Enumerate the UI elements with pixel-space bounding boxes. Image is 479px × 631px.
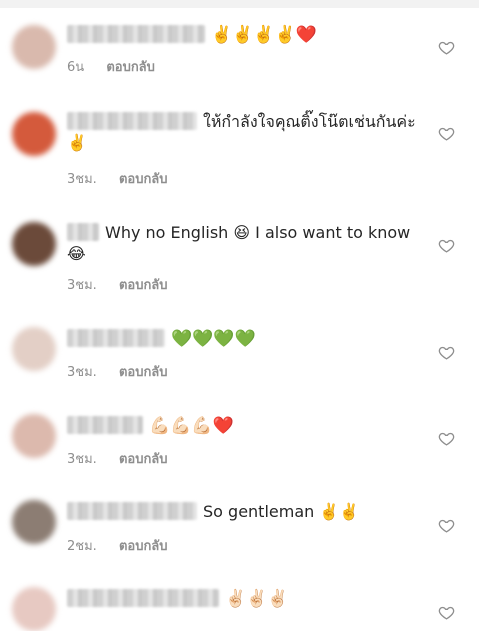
comment-body: 💪🏻💪🏻💪🏻❤️: [149, 416, 234, 436]
comment-text: 💚💚💚💚: [67, 328, 427, 350]
reply-button[interactable]: ตอบกลับ: [119, 539, 168, 554]
like-heart-icon[interactable]: [438, 604, 455, 621]
avatar[interactable]: [12, 222, 56, 266]
like-heart-icon[interactable]: [438, 237, 455, 254]
comment-text: Why no English 😆 I also want to know 😂: [67, 222, 427, 264]
comment-meta: 6น ตอบกลับ: [67, 56, 173, 77]
reply-button[interactable]: ตอบกลับ: [106, 60, 155, 75]
comment-body: ✌🏻✌🏻✌🏻: [225, 589, 289, 609]
reply-button[interactable]: ตอบกลับ: [119, 452, 168, 467]
avatar[interactable]: [12, 500, 56, 544]
avatar[interactable]: [12, 587, 56, 631]
like-heart-icon[interactable]: [438, 430, 455, 447]
comment-body: Why no English 😆 I also want to know 😂: [67, 223, 411, 263]
avatar[interactable]: [12, 112, 56, 156]
reply-button[interactable]: ตอบกลับ: [119, 365, 168, 380]
comment-item: ให้กำลังใจคุณติ๊งโน๊ตเช่นกันค่ะ ✌️ 3ชม. …: [0, 108, 479, 188]
username-redacted[interactable]: [67, 589, 219, 607]
comment-meta: 3ชม. ตอบกลับ: [67, 168, 186, 189]
username-redacted[interactable]: [67, 223, 99, 241]
comment-time: 3ชม.: [67, 278, 97, 293]
avatar[interactable]: [12, 327, 56, 371]
like-heart-icon[interactable]: [438, 39, 455, 56]
comment-item: 💪🏻💪🏻💪🏻❤️ 3ชม. ตอบกลับ: [0, 412, 479, 472]
username-redacted[interactable]: [67, 416, 143, 434]
username-redacted[interactable]: [67, 329, 165, 347]
comment-text: ✌️✌️✌️✌️❤️: [67, 24, 427, 46]
like-heart-icon[interactable]: [438, 125, 455, 142]
reply-button[interactable]: ตอบกลับ: [119, 172, 168, 187]
comment-text: ✌🏻✌🏻✌🏻: [67, 588, 427, 610]
comment-body: So gentleman ✌️✌️: [203, 502, 360, 521]
comment-time: 3ชม.: [67, 452, 97, 467]
comment-time: 3ชม.: [67, 365, 97, 380]
avatar[interactable]: [12, 25, 56, 69]
comment-text: ให้กำลังใจคุณติ๊งโน๊ตเช่นกันค่ะ ✌️: [67, 111, 427, 153]
like-heart-icon[interactable]: [438, 517, 455, 534]
comment-body: ✌️✌️✌️✌️❤️: [211, 25, 317, 45]
comment-meta: 2ชม. ตอบกลับ: [67, 535, 186, 556]
comment-meta: 3ชม. ตอบกลับ: [67, 448, 186, 469]
comment-meta: 3ชม. ตอบกลับ: [67, 361, 186, 382]
avatar[interactable]: [12, 414, 56, 458]
comment-text: So gentleman ✌️✌️: [67, 501, 427, 522]
comment-time: 2ชม.: [67, 539, 97, 554]
comment-meta: 3ชม. ตอบกลับ: [67, 274, 186, 295]
comment-item: Why no English 😆 I also want to know 😂 3…: [0, 218, 479, 298]
like-heart-icon[interactable]: [438, 344, 455, 361]
comment-time: 6น: [67, 60, 85, 75]
comment-item: ✌️✌️✌️✌️❤️ 6น ตอบกลับ: [0, 22, 479, 82]
comment-item: ✌🏻✌🏻✌🏻: [0, 585, 479, 631]
comment-item: So gentleman ✌️✌️ 2ชม. ตอบกลับ: [0, 498, 479, 558]
comment-time: 3ชม.: [67, 172, 97, 187]
top-divider: [0, 0, 479, 8]
username-redacted[interactable]: [67, 25, 205, 43]
reply-button[interactable]: ตอบกลับ: [119, 278, 168, 293]
comment-body: 💚💚💚💚: [171, 329, 256, 349]
username-redacted[interactable]: [67, 112, 197, 130]
comment-item: 💚💚💚💚 3ชม. ตอบกลับ: [0, 325, 479, 385]
comment-text: 💪🏻💪🏻💪🏻❤️: [67, 415, 427, 437]
username-redacted[interactable]: [67, 502, 197, 520]
